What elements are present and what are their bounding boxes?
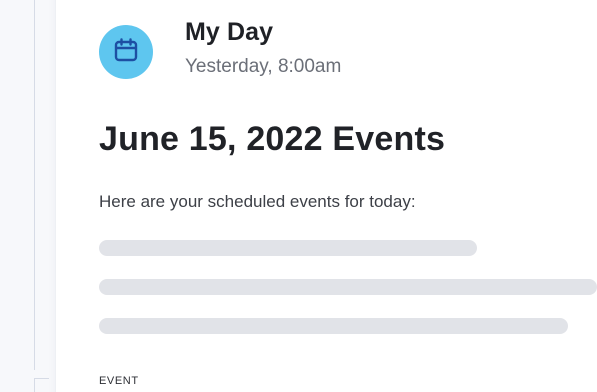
event-section-label: EVENT [99,375,139,387]
message-title: June 15, 2022 Events [99,120,446,158]
left-rail-corner [34,378,49,392]
calendar-icon [113,37,139,68]
message-intro: Here are your scheduled events for today… [99,192,416,211]
skeleton-line-2 [99,279,597,295]
skeleton-line-1 [99,240,477,256]
notification-timestamp: Yesterday, 8:00am [185,56,342,77]
skeleton-line-3 [99,318,568,334]
app-avatar [99,25,153,79]
page: My Day Yesterday, 8:00am June 15, 2022 E… [0,0,597,392]
app-name: My Day [185,18,274,46]
left-rail-divider [34,0,35,370]
